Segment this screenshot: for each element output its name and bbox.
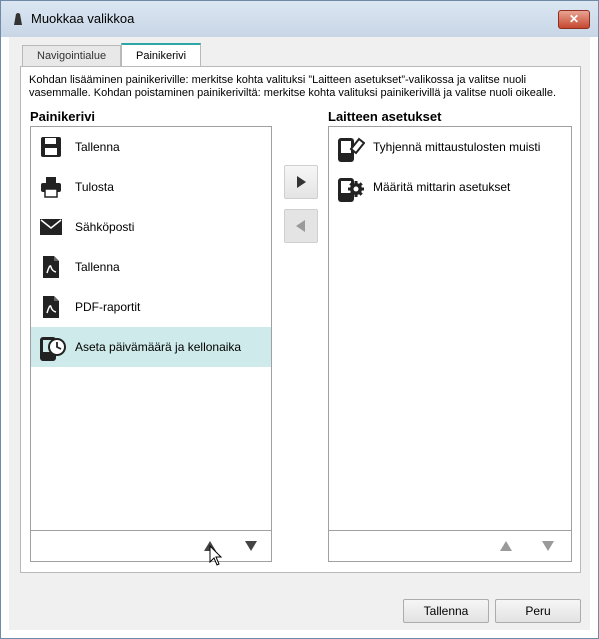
arrow-left-icon [296, 220, 305, 232]
right-list-items: Tyhjennä mittaustulosten muisti Määritä m… [329, 127, 571, 207]
dialog-body: Navigointialue Painikerivi Kohdan lisääm… [9, 37, 590, 630]
list-item-label: Tyhjennä mittaustulosten muisti [373, 140, 541, 154]
list-item[interactable]: Tallenna [31, 127, 271, 167]
list-item-label: Aseta päivämäärä ja kellonaika [75, 340, 242, 354]
dialog-window: Muokkaa valikkoa ✕ Navigointialue Painik… [0, 0, 599, 639]
left-list-items: Tallenna Tulosta Sähköposti Tallenna PDF-rap… [31, 127, 271, 367]
instructions-text: Kohdan lisääminen painikeriville: merkit… [29, 74, 557, 99]
list-item[interactable]: Aseta päivämäärä ja kellonaika [31, 327, 271, 367]
device-gear-icon [337, 175, 364, 202]
triangle-down-icon [542, 541, 554, 551]
list-item-label: PDF-raportit [75, 300, 141, 314]
triangle-down-icon [245, 541, 257, 551]
button-row-list: Tallenna Tulosta Sähköposti Tallenna PDF-rap… [30, 126, 272, 566]
tab-panel: Kohdan lisääminen painikeriville: merkit… [20, 66, 581, 573]
tab-painikerivi[interactable]: Painikerivi [121, 43, 202, 68]
floppy-disk-icon [39, 135, 63, 159]
cancel-button[interactable]: Peru [495, 599, 581, 623]
list-item-label: Tulosta [75, 180, 114, 194]
window-title: Muokkaa valikkoa [31, 11, 135, 26]
arrow-right-icon [297, 176, 306, 188]
right-move-down-button[interactable] [541, 540, 555, 554]
close-button[interactable]: ✕ [558, 10, 590, 29]
list-item[interactable]: Tulosta [31, 167, 271, 207]
device-clock-icon [39, 335, 66, 361]
right-list-title: Laitteen asetukset [328, 109, 442, 124]
list-item[interactable]: Tallenna [31, 247, 271, 287]
left-list-title: Painikerivi [30, 109, 96, 124]
save-button[interactable]: Tallenna [403, 599, 489, 623]
device-eraser-icon [337, 135, 365, 162]
list-item[interactable]: Määritä mittarin asetukset [329, 167, 571, 207]
list-item[interactable]: Tyhjennä mittaustulosten muisti [329, 127, 571, 167]
list-item-label: Tallenna [75, 140, 120, 154]
device-settings-list: Tyhjennä mittaustulosten muisti Määritä m… [328, 126, 572, 562]
tab-navigointialue[interactable]: Navigointialue [22, 45, 122, 66]
list-item[interactable]: PDF-raportit [31, 287, 271, 327]
printer-icon [39, 175, 63, 199]
list-item-label: Määritä mittarin asetukset [373, 180, 511, 194]
pdf-document-icon [39, 255, 63, 279]
list-item[interactable]: Sähköposti [31, 207, 271, 247]
title-bar: Muokkaa valikkoa ✕ [1, 1, 598, 37]
pdf-document-icon [39, 295, 63, 319]
list-item-label: Tallenna [75, 260, 120, 274]
list-item-label: Sähköposti [75, 220, 135, 234]
add-to-button-row-button[interactable] [284, 165, 318, 199]
move-down-button[interactable] [244, 540, 258, 554]
right-list-footer [329, 530, 571, 561]
right-move-up-button[interactable] [499, 540, 513, 554]
left-list-footer [31, 530, 271, 566]
mouse-cursor-icon [209, 545, 223, 567]
remove-from-button-row-button[interactable] [284, 209, 318, 243]
envelope-icon [39, 215, 63, 239]
app-icon [11, 12, 25, 26]
triangle-up-icon [500, 541, 512, 551]
